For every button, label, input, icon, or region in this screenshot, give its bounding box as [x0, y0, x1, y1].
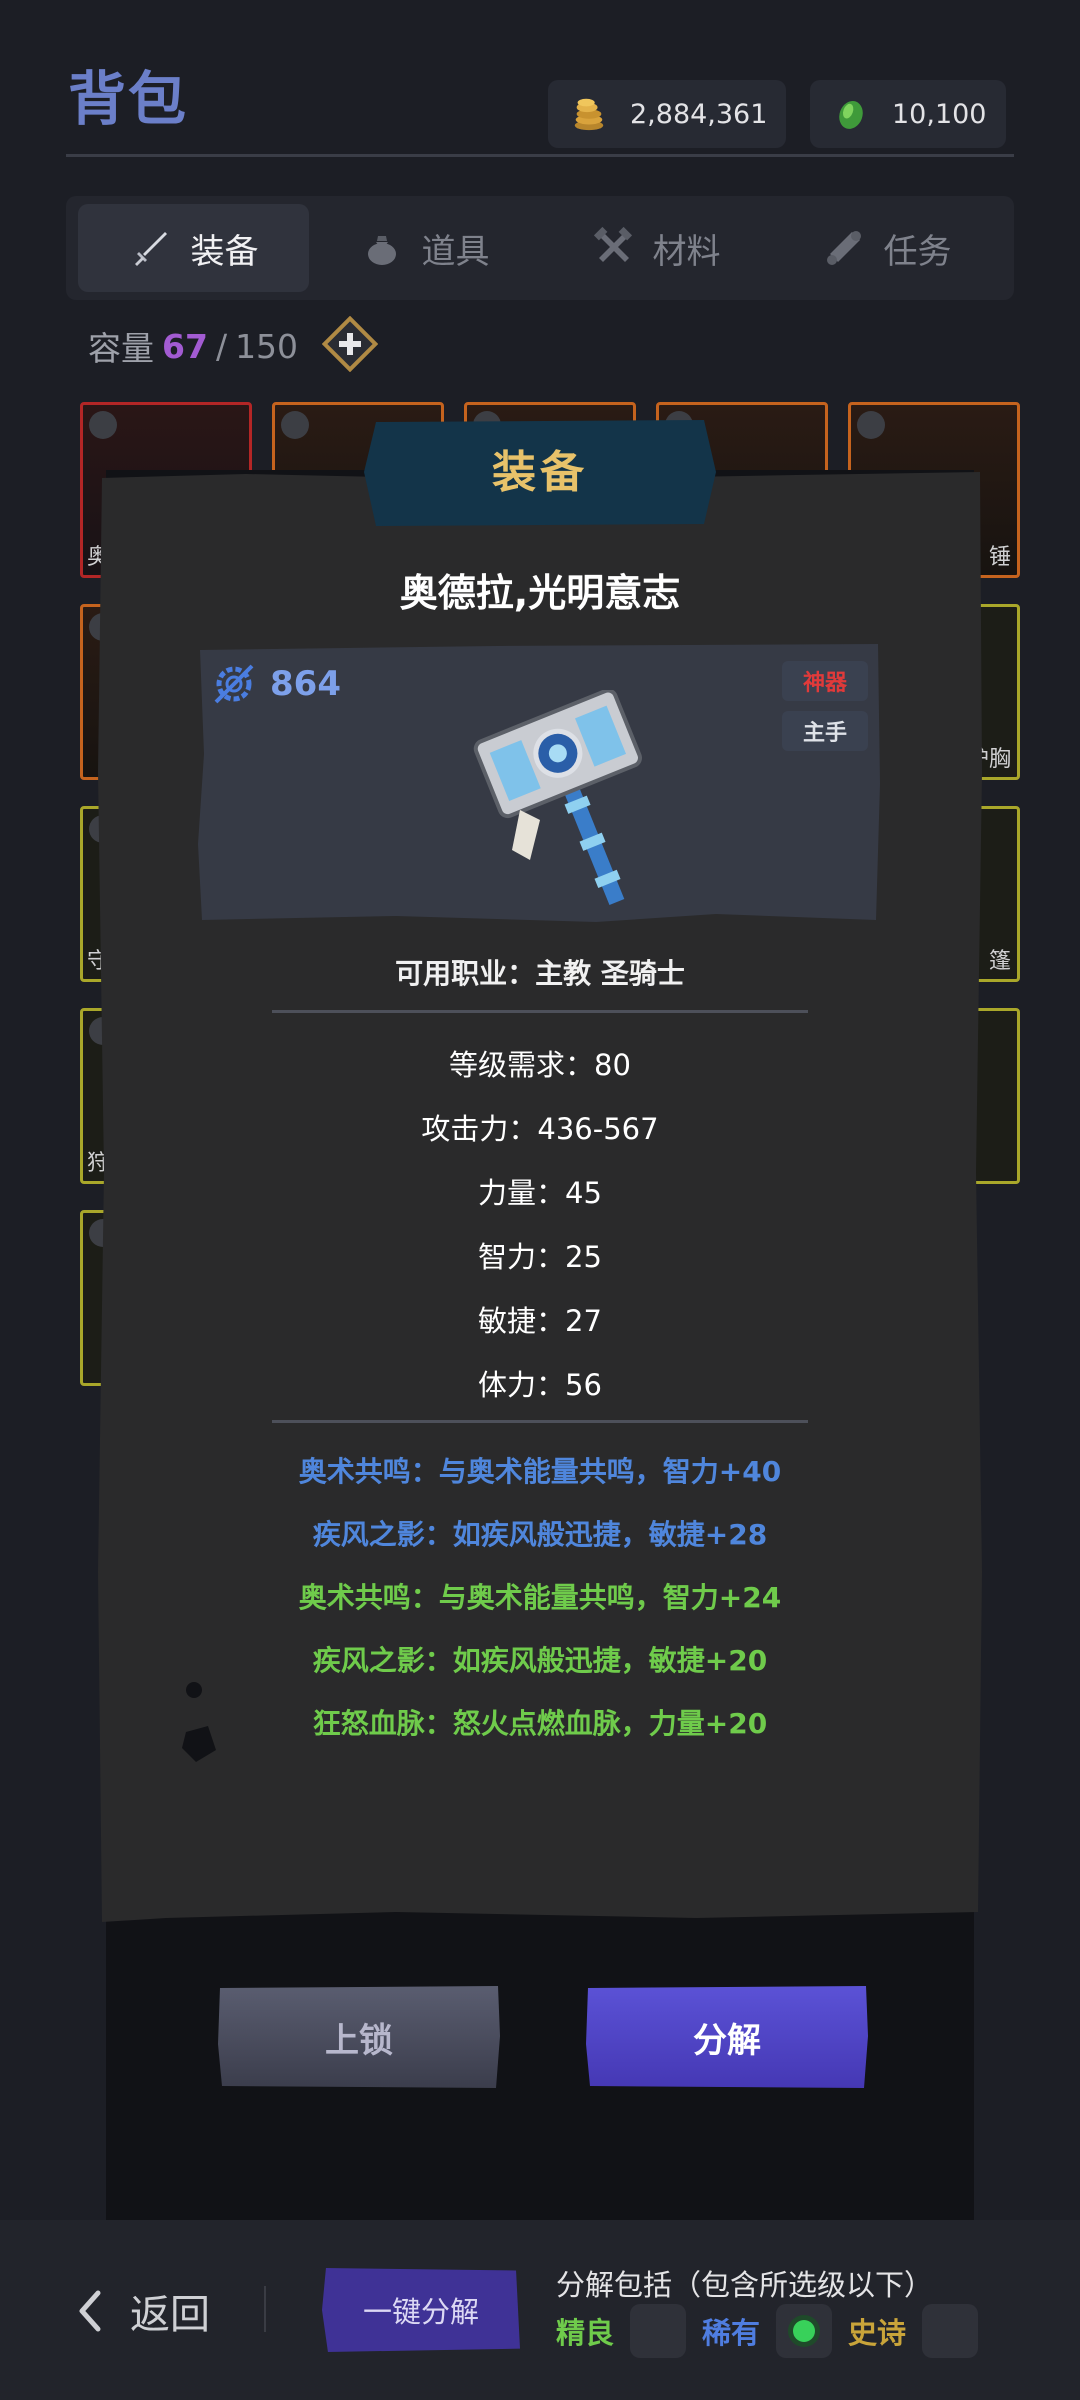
slot-badge-icon: [89, 411, 117, 439]
tab-items[interactable]: 道具: [309, 204, 540, 292]
tab-label: 任务: [883, 231, 952, 272]
chevron-left-icon: [79, 2290, 101, 2332]
usable-classes: 可用职业：主教 圣骑士: [395, 957, 685, 990]
stat-stamina: 体力：56: [478, 1368, 602, 1402]
stat-attack: 攻击力：436-567: [421, 1112, 659, 1146]
stats-divider-bottom: [272, 1420, 808, 1423]
capacity-used: 67: [162, 326, 208, 366]
stat-intelligence: 智力：25: [478, 1240, 602, 1274]
capacity-total: 150: [235, 326, 299, 366]
stats-divider-top: [272, 1010, 808, 1013]
power-value: 864: [270, 664, 341, 704]
lock-button[interactable]: 上锁: [216, 1984, 502, 2090]
slot-label: 锤: [988, 545, 1011, 570]
warhammer-icon: [473, 690, 642, 906]
modal-title: 装备: [492, 447, 588, 498]
affix-line: 疾风之影：如疾风般迅捷，敏捷+20: [312, 1644, 768, 1677]
decompose-button[interactable]: 分解: [584, 1984, 870, 2090]
filter-checkbox[interactable]: [922, 2304, 979, 2358]
decompose-filters: 精良 稀有 史诗: [556, 2304, 994, 2358]
page-title: 背包: [68, 65, 189, 133]
gold-amount: 2,884,361: [630, 98, 768, 130]
bag-capacity: 容量 67 / 150: [88, 322, 298, 370]
filter-rare[interactable]: 稀有: [702, 2304, 833, 2358]
filter-label: 史诗: [848, 2316, 907, 2350]
capacity-label: 容量: [88, 329, 154, 368]
stat-level-requirement: 等级需求：80: [449, 1048, 631, 1082]
item-power: 864: [210, 660, 341, 708]
expand-capacity-icon[interactable]: [322, 316, 378, 372]
green-gem-icon: [839, 101, 863, 129]
lock-label: 上锁: [325, 2020, 393, 2061]
tab-label: 道具: [421, 231, 490, 272]
tools-icon: [593, 226, 632, 262]
back-label: 返回: [130, 2292, 210, 2338]
affix-line: 奥术共鸣：与奥术能量共鸣，智力+40: [298, 1455, 782, 1488]
filter-checkbox[interactable]: [630, 2304, 687, 2358]
scroll-icon: [826, 231, 861, 265]
tab-label: 材料: [652, 231, 721, 272]
affix-line: 奥术共鸣：与奥术能量共鸣，智力+24: [298, 1581, 782, 1614]
filter-checkbox[interactable]: [776, 2304, 833, 2358]
gold-coins-icon: [574, 98, 604, 131]
decompose-scope-label: 分解包括（包含所选级以下）: [556, 2268, 934, 2302]
tab-label: 装备: [190, 231, 259, 272]
category-tabs: 装备 道具 材料 任务: [66, 196, 1014, 300]
filter-label: 精良: [556, 2316, 615, 2350]
decompose-label: 分解: [693, 2020, 761, 2061]
bottom-separator: [264, 2286, 266, 2332]
affix-line: 疾风之影：如疾风般迅捷，敏捷+28: [312, 1518, 768, 1551]
slot-badge-icon: [857, 411, 885, 439]
sword-icon: [134, 232, 167, 266]
stat-agility: 敏捷：27: [478, 1304, 602, 1338]
filter-epic[interactable]: 史诗: [848, 2304, 979, 2358]
gem-balance: 10,100: [810, 80, 1006, 148]
slot-tag: 主手: [782, 711, 868, 751]
rarity-tag: 神器: [782, 661, 868, 701]
stat-strength: 力量：45: [478, 1176, 602, 1210]
tab-equipment[interactable]: 装备: [78, 204, 309, 292]
tab-materials[interactable]: 材料: [540, 204, 771, 292]
filter-label: 稀有: [702, 2316, 761, 2350]
gold-balance: 2,884,361: [548, 80, 786, 148]
slot-label: 篷: [988, 949, 1011, 974]
header-divider: [66, 154, 1014, 157]
power-gear-icon: [214, 664, 254, 704]
affix-line: 狂怒血脉：怒火点燃血脉，力量+20: [312, 1707, 768, 1740]
slot-badge-icon: [281, 411, 309, 439]
checked-dot-icon: [793, 2320, 816, 2342]
filter-fine[interactable]: 精良: [556, 2304, 687, 2358]
capacity-separator: /: [215, 326, 228, 366]
one-key-decompose-button[interactable]: 一键分解: [322, 2268, 520, 2352]
gem-amount: 10,100: [892, 98, 987, 130]
item-name: 奥德拉,光明意志: [399, 571, 681, 615]
tab-quests[interactable]: 任务: [771, 204, 1002, 292]
back-button[interactable]: 返回: [76, 2282, 210, 2340]
pouch-icon: [367, 236, 396, 265]
